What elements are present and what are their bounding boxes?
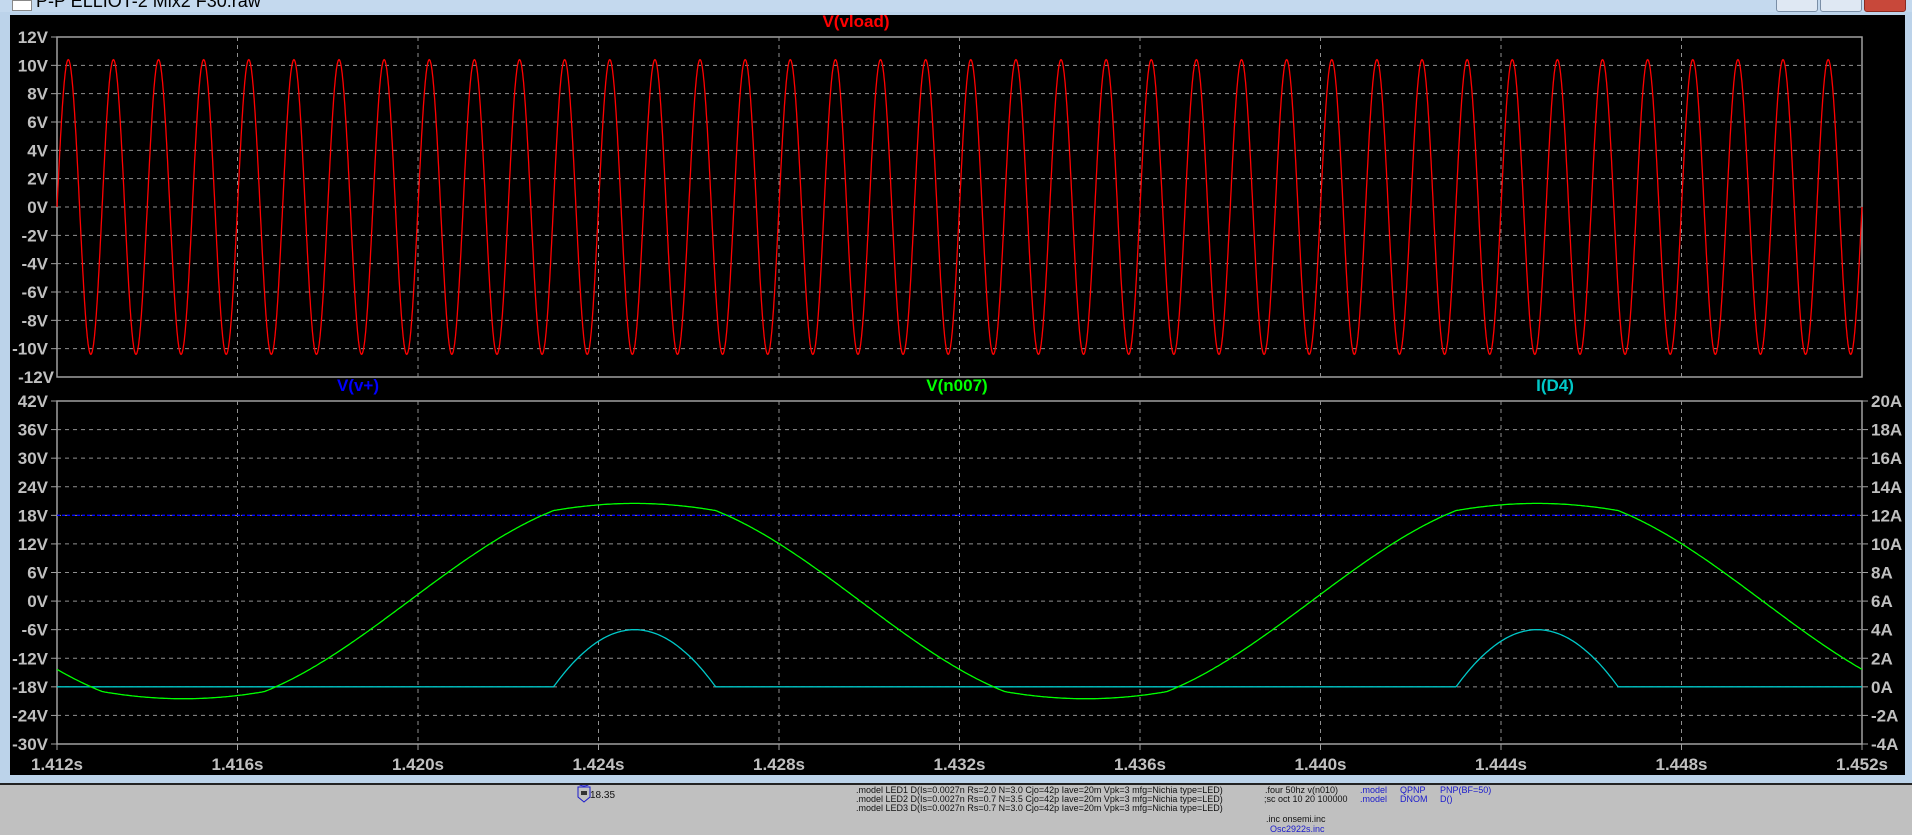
title-bar: P-P ELLIOT-2 Mix2 F30.raw	[0, 0, 1912, 12]
x-tick-label: 1.412s	[31, 755, 83, 774]
close-button[interactable]	[1864, 0, 1906, 12]
minimize-button[interactable]	[1776, 0, 1818, 12]
x-tick-label: 1.432s	[934, 755, 986, 774]
plot-area[interactable]: 12V 10V 8V 6V 4V 2V 0V -2V -4V -6V -8V -10V 42V 36V 3…	[10, 15, 1905, 775]
model-name[interactable]: DNOM	[1400, 795, 1428, 804]
y-tick-label-right: 4A	[1871, 621, 1893, 640]
y-tick-label: 12V	[18, 28, 49, 47]
y-tick-label: -12V	[18, 368, 55, 387]
y-tick-label: -2V	[22, 226, 49, 245]
include-file[interactable]: Osc2922s.inc	[1270, 825, 1325, 834]
y-tick-label: -10V	[12, 340, 49, 359]
y-tick-label: -4V	[22, 255, 49, 274]
y-tick-label-left: 24V	[18, 478, 49, 497]
y-tick-label-right: 10A	[1871, 535, 1902, 554]
y-tick-label-left: 36V	[18, 421, 49, 440]
maximize-button[interactable]	[1820, 0, 1862, 12]
spice-directive[interactable]: .model LED3 D(Is=0.0027n Rs=0.7 N=3.0 Cj…	[856, 804, 1223, 813]
y-tick-label-left: -18V	[12, 678, 49, 697]
pane-separator[interactable]	[0, 775, 1912, 785]
waveform-viewer[interactable]: 12V 10V 8V 6V 4V 2V 0V -2V -4V -6V -8V -10V 42V 36V 3…	[10, 15, 1905, 775]
panel-vload: 12V 10V 8V 6V 4V 2V 0V -2V -4V -6V -8V -10V	[12, 28, 1863, 378]
y-tick-label-left: 0V	[27, 592, 48, 611]
panel-supply: 42V 36V 30V 24V 18V 12V 6V 0V -6V -12V -18V -24V -30…	[12, 392, 1902, 774]
x-tick-label: 1.416s	[212, 755, 264, 774]
y-tick-label-left: 30V	[18, 449, 49, 468]
y-tick-label-right: 14A	[1871, 478, 1902, 497]
x-tick-label: 1.428s	[753, 755, 805, 774]
y-tick-label-left: 42V	[18, 392, 49, 411]
x-tick-label: 1.424s	[573, 755, 625, 774]
model-keyword[interactable]: .model	[1360, 795, 1387, 804]
y-tick-label-left: 12V	[18, 535, 49, 554]
y-tick-label-left: -6V	[22, 621, 49, 640]
y-tick-label: 6V	[27, 113, 48, 132]
trace-label-vload[interactable]: V(vload)	[822, 15, 889, 31]
probe-value: 18.35	[590, 790, 616, 801]
trace-label-n007[interactable]: V(n007)	[926, 376, 987, 395]
y-tick-label: -6V	[22, 283, 49, 302]
x-tick-label: 1.436s	[1114, 755, 1166, 774]
y-tick-label: 8V	[27, 85, 48, 104]
x-tick-label: 1.448s	[1656, 755, 1708, 774]
y-tick-label-right: 6A	[1871, 592, 1893, 611]
y-tick-label-left: -24V	[12, 706, 49, 725]
model-def[interactable]: D()	[1440, 795, 1453, 804]
y-tick-label-right: 16A	[1871, 449, 1902, 468]
y-tick-label: 10V	[18, 56, 49, 75]
y-tick-label: 4V	[27, 141, 48, 160]
y-tick-label-left: 6V	[27, 564, 48, 583]
app-icon	[12, 0, 32, 11]
y-tick-label: 0V	[27, 198, 48, 217]
x-tick-label: 1.452s	[1836, 755, 1888, 774]
y-tick-label-right: -4A	[1871, 735, 1898, 754]
trace-label-vplus[interactable]: V(v+)	[337, 376, 379, 395]
y-tick-label-left: -30V	[12, 735, 49, 754]
y-tick-label-right: 8A	[1871, 564, 1893, 583]
y-tick-label-left: 18V	[18, 506, 49, 525]
y-tick-label-right: 18A	[1871, 421, 1902, 440]
y-tick-label-right: -2A	[1871, 706, 1898, 725]
y-tick-label-right: 12A	[1871, 506, 1902, 525]
window-title: P-P ELLIOT-2 Mix2 F30.raw	[36, 0, 261, 11]
schematic-pane[interactable]: 18.35 .model LED1 D(Is=0.0027n Rs=2.0 N=…	[0, 785, 1912, 835]
x-tick-label: 1.440s	[1295, 755, 1347, 774]
spice-comment[interactable]: ;sc oct 10 20 100000	[1264, 795, 1348, 804]
x-tick-label: 1.420s	[392, 755, 444, 774]
trace-label-id4[interactable]: I(D4)	[1536, 376, 1574, 395]
include-directive[interactable]: .inc onsemi.inc	[1266, 815, 1326, 824]
y-tick-label-left: -12V	[12, 649, 49, 668]
y-tick-label-right: 20A	[1871, 392, 1902, 411]
x-tick-label: 1.444s	[1475, 755, 1527, 774]
y-tick-label: -8V	[22, 311, 49, 330]
y-tick-label-right: 2A	[1871, 649, 1893, 668]
y-tick-label: 2V	[27, 170, 48, 189]
y-tick-label-right: 0A	[1871, 678, 1893, 697]
